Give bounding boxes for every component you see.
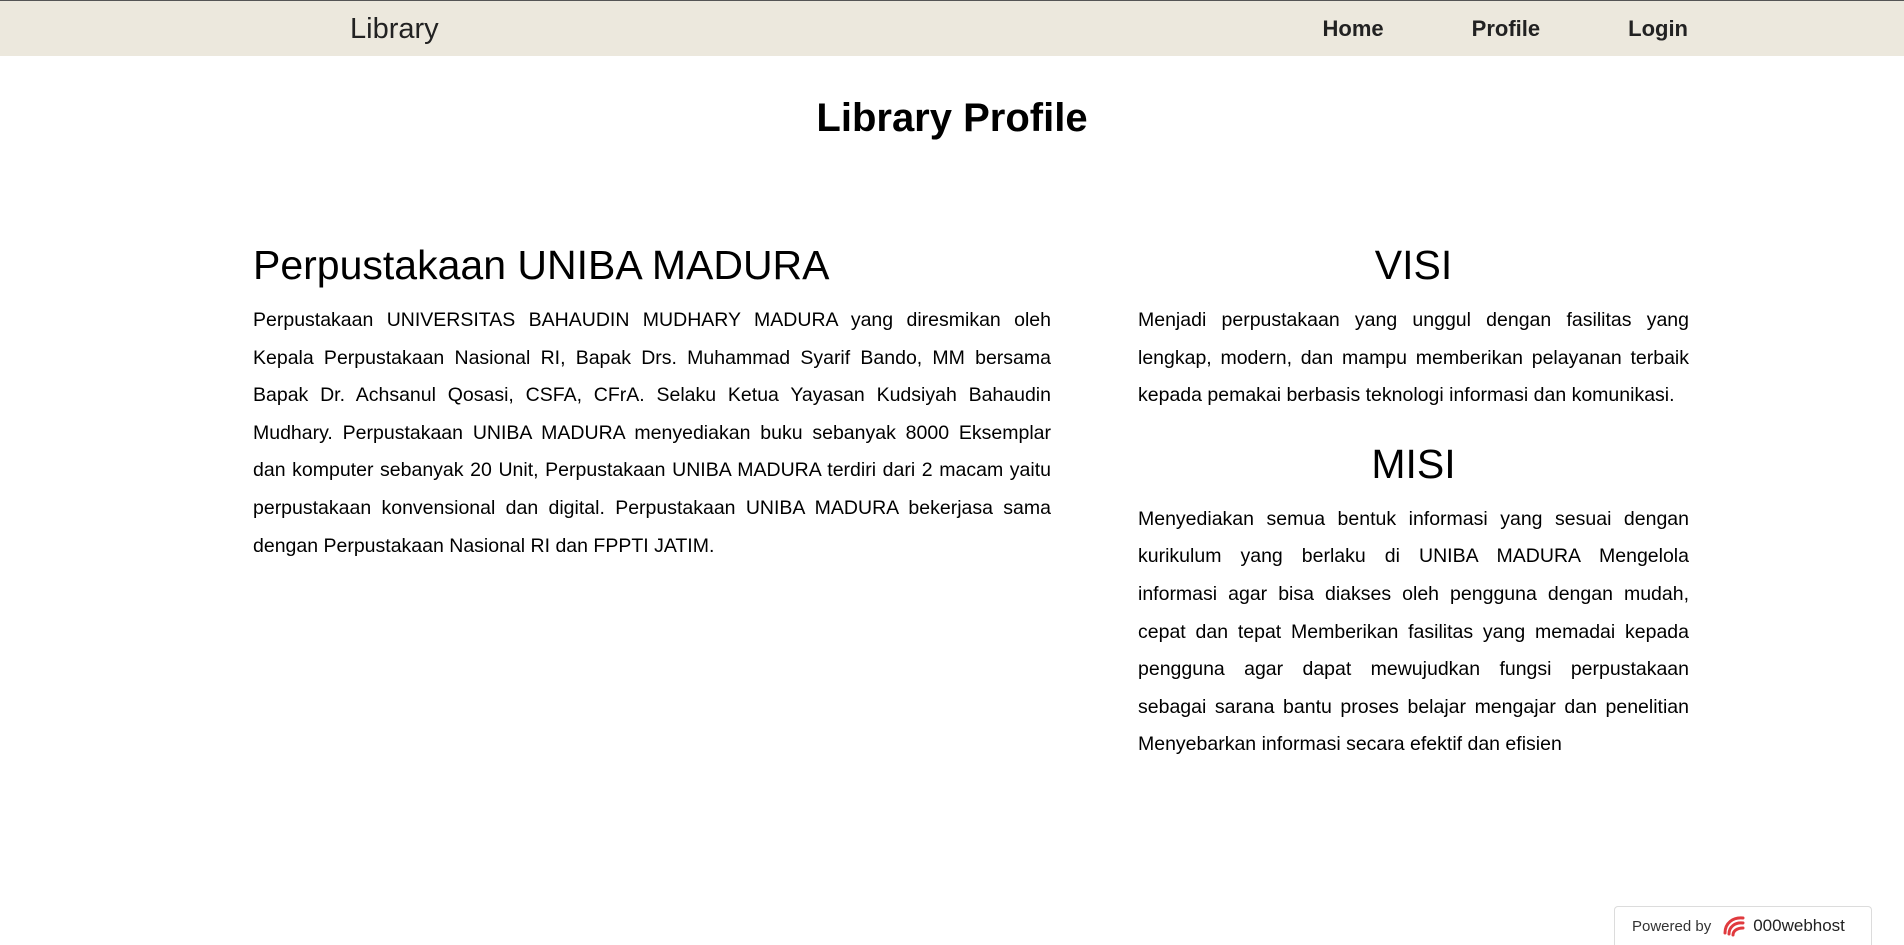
- nav-link-home[interactable]: Home: [1323, 16, 1384, 42]
- misi-heading: MISI: [1371, 440, 1456, 487]
- 000webhost-logo-icon: [1721, 913, 1749, 939]
- nav-link-profile[interactable]: Profile: [1472, 16, 1540, 42]
- about-section: Perpustakaan UNIBA MADURA Perpustakaan U…: [253, 238, 1051, 565]
- page-title: Library Profile: [816, 96, 1088, 140]
- powered-by-label: Powered by: [1632, 917, 1712, 935]
- about-text: Perpustakaan UNIVERSITAS BAHAUDIN MUDHAR…: [253, 309, 1051, 557]
- navbar: Library Home Profile Login: [0, 0, 1904, 56]
- nav-links: Home Profile Login: [1235, 1, 1688, 57]
- powered-by-badge[interactable]: Powered by 000webhost: [1614, 906, 1872, 945]
- misi-text: Menyediakan semua bentuk informasi yang …: [1138, 507, 1689, 756]
- visi-text: Menjadi perpustakaan yang unggul dengan …: [1138, 309, 1689, 407]
- about-heading: Perpustakaan UNIBA MADURA: [253, 242, 830, 288]
- brand-link[interactable]: Library: [350, 13, 439, 46]
- nav-link-login[interactable]: Login: [1628, 16, 1688, 42]
- visi-heading: VISI: [1374, 242, 1453, 288]
- visi-misi-section: VISI Menjadi perpustakaan yang unggul de…: [1138, 238, 1689, 764]
- host-name: 000webhost: [1753, 916, 1845, 935]
